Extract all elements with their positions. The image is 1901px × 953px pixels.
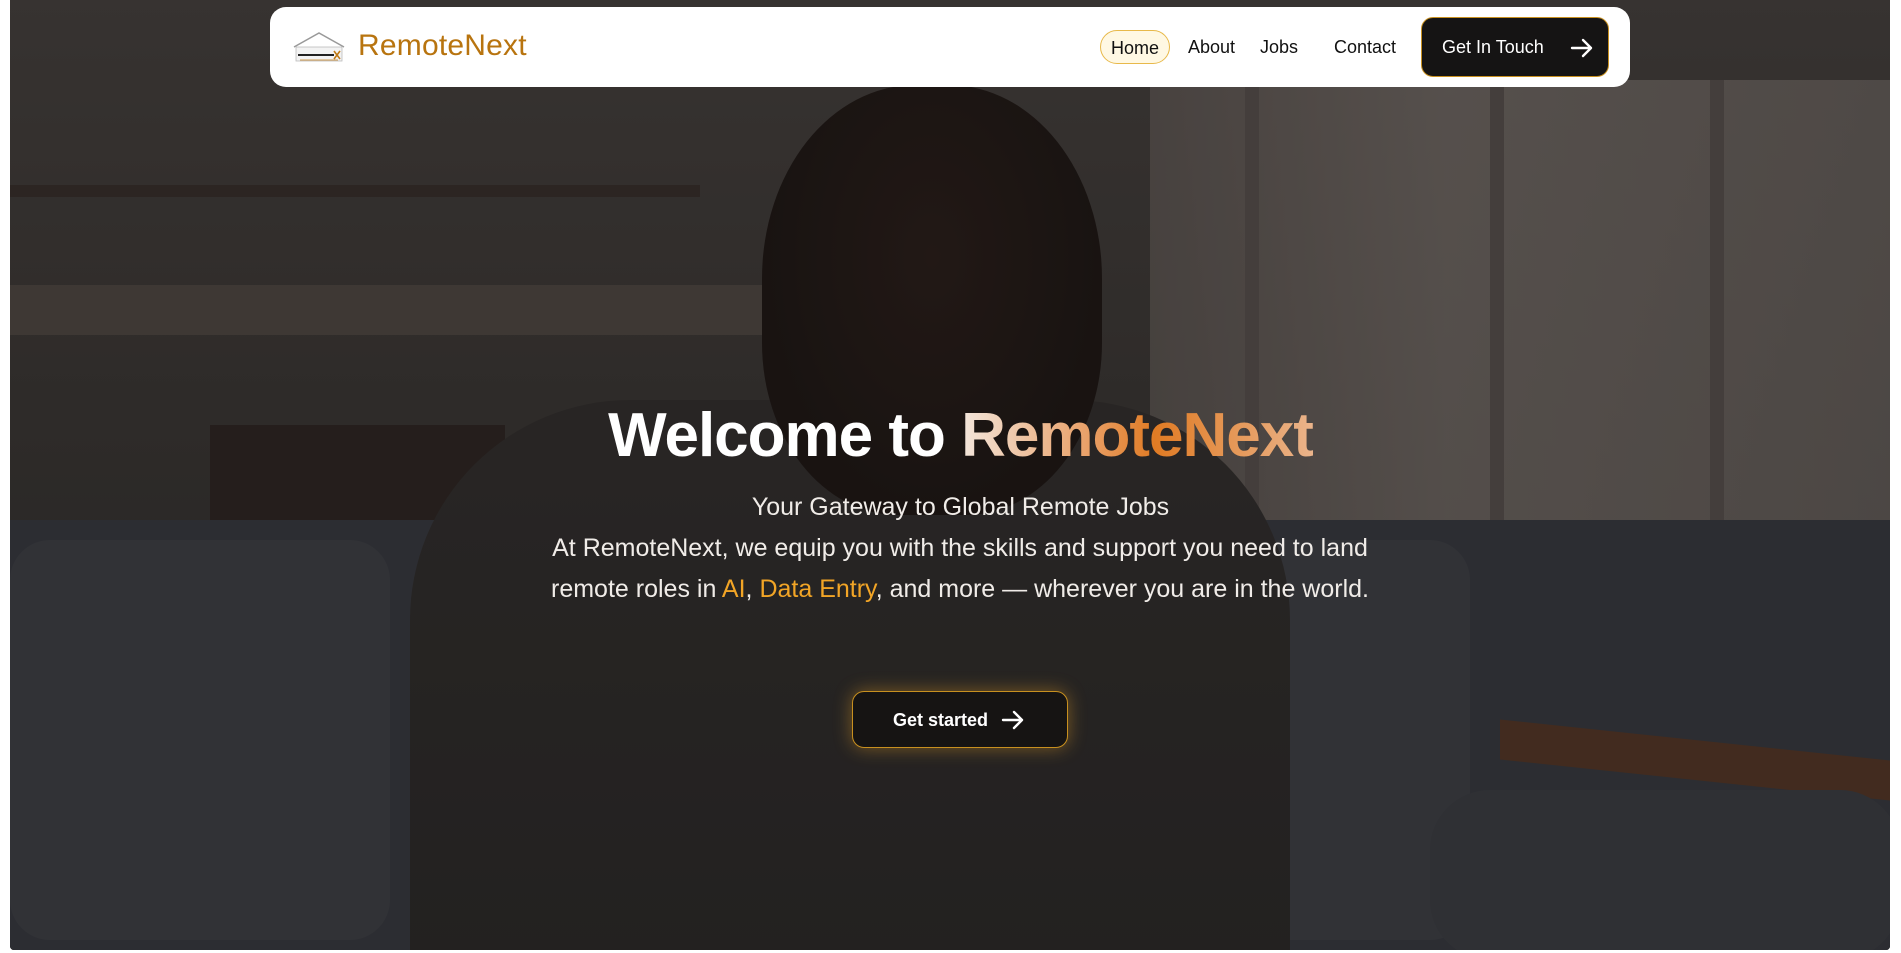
headline-brand: RemoteNext — [961, 401, 1314, 470]
highlight-ai: AI — [721, 575, 746, 603]
hero-headline: Welcome to RemoteNext — [10, 400, 1890, 471]
arrow-right-icon — [1001, 710, 1024, 730]
get-in-touch-button[interactable]: Get In Touch — [1421, 17, 1609, 77]
desc-text-end: , and more — wherever you are in the wor… — [875, 575, 1369, 603]
nav-jobs[interactable]: Jobs — [1250, 30, 1308, 64]
desc-comma: , — [745, 575, 760, 603]
hero-tagline: Your Gateway to Global Remote Jobs — [751, 493, 1170, 521]
hero-description: At RemoteNext, we equip you with the ski… — [545, 528, 1375, 610]
headline-prefix: Welcome to — [608, 401, 962, 470]
nav-contact[interactable]: Contact — [1324, 30, 1406, 64]
dark-overlay — [10, 0, 1890, 950]
nav-about[interactable]: About — [1178, 30, 1245, 64]
get-started-label: Get started — [893, 710, 989, 730]
get-in-touch-label: Get In Touch — [1442, 37, 1544, 57]
hero-section: Welcome to RemoteNext Your Gateway to Gl… — [10, 0, 1890, 950]
nav-home[interactable]: Home — [1100, 30, 1171, 64]
arrow-right-icon — [1570, 38, 1593, 58]
get-started-button[interactable]: Get started — [852, 691, 1068, 748]
highlight-data-entry: Data Entry — [759, 575, 876, 603]
house-logo-icon[interactable] — [290, 29, 348, 65]
brand-name[interactable]: RemoteNext — [358, 29, 527, 63]
top-navbar: RemoteNext Home About Jobs Contact Get I… — [270, 7, 1630, 87]
